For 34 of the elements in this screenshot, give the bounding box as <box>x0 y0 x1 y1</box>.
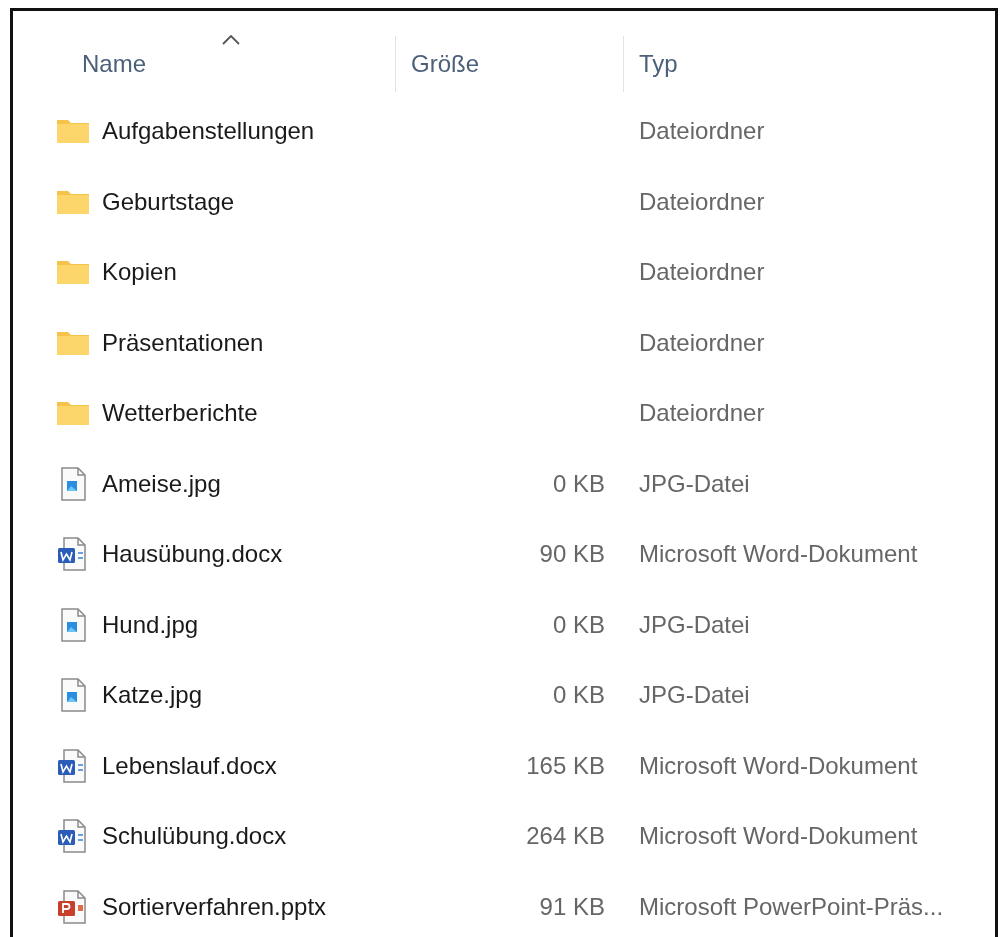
file-size: 165 KB <box>525 751 606 780</box>
file-name[interactable]: Wetterberichte <box>102 399 258 428</box>
file-size: 0 KB <box>551 469 606 498</box>
file-name[interactable]: Sortierverfahren.pptx <box>102 892 327 921</box>
file-name[interactable]: Lebenslauf.docx <box>102 751 277 780</box>
file-size: 0 KB <box>551 681 606 710</box>
file-name[interactable]: Aufgabenstellungen <box>102 117 315 146</box>
file-name[interactable]: Schulübung.docx <box>102 822 287 851</box>
file-type: Microsoft PowerPoint-Präs... <box>638 892 945 921</box>
file-type: Dateiordner <box>638 258 766 287</box>
file-type: Dateiordner <box>638 399 766 428</box>
file-type: JPG-Datei <box>638 610 751 639</box>
file-type: JPG-Datei <box>638 681 751 710</box>
file-size: 90 KB <box>538 540 606 569</box>
file-type: Microsoft Word-Dokument <box>638 751 919 780</box>
file-type: JPG-Datei <box>638 469 751 498</box>
file-name[interactable]: Hund.jpg <box>102 610 199 639</box>
file-name[interactable]: Hausübung.docx <box>102 540 283 569</box>
file-size: 264 KB <box>525 822 606 851</box>
file-name[interactable]: Geburtstage <box>102 187 235 216</box>
file-name[interactable]: Katze.jpg <box>102 681 203 710</box>
file-type: Dateiordner <box>638 187 766 216</box>
file-type: Dateiordner <box>638 117 766 146</box>
column-header[interactable]: Name <box>82 48 147 80</box>
column-header[interactable]: Typ <box>639 48 678 80</box>
file-size: 0 KB <box>551 610 606 639</box>
file-name[interactable]: Kopien <box>102 258 177 287</box>
file-name[interactable]: Ameise.jpg <box>102 469 221 498</box>
file-type: Dateiordner <box>638 328 766 357</box>
file-size: 91 KB <box>538 892 606 921</box>
column-header[interactable]: Größe <box>411 48 479 80</box>
file-type: Microsoft Word-Dokument <box>638 822 919 851</box>
file-name[interactable]: Präsentationen <box>102 328 264 357</box>
file-type: Microsoft Word-Dokument <box>638 540 919 569</box>
